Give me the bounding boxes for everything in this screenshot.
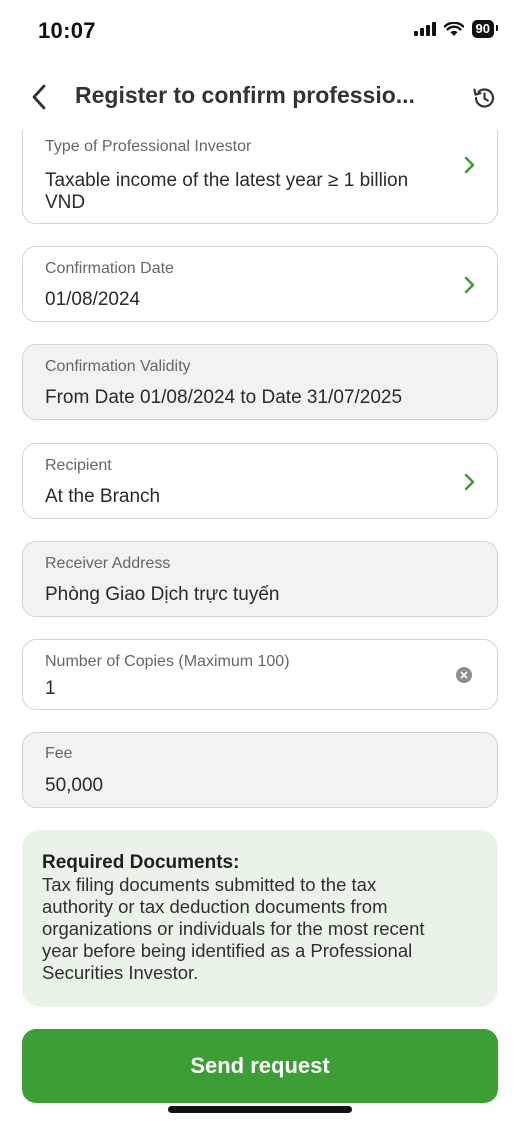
back-arrow-icon bbox=[32, 84, 46, 110]
chevron-right-icon bbox=[464, 156, 475, 174]
signal-icon bbox=[413, 22, 436, 36]
recipient-value: At the Branch bbox=[45, 486, 161, 507]
back-button[interactable] bbox=[22, 80, 56, 114]
confirmation-validity-field: Confirmation Validity From Date 01/08/20… bbox=[22, 344, 498, 420]
history-icon bbox=[473, 88, 495, 108]
fee-value: 50,000 bbox=[45, 775, 104, 796]
investor-type-value-line1: Taxable income of the latest year ≥ 1 bi… bbox=[45, 170, 409, 191]
history-button[interactable] bbox=[468, 82, 500, 114]
form-content[interactable]: Type of Professional Investor Taxable in… bbox=[0, 130, 520, 1030]
battery-icon: 90 bbox=[471, 20, 499, 38]
required-documents-note: Required Documents: Tax filing documents… bbox=[22, 830, 498, 1007]
investor-type-field[interactable]: Type of Professional Investor Taxable in… bbox=[22, 130, 498, 224]
investor-type-label: Type of Professional Investor bbox=[45, 138, 252, 155]
receiver-address-field: Receiver Address Phòng Giao Dịch trực tu… bbox=[22, 541, 498, 617]
status-icons: 90 bbox=[413, 20, 499, 38]
investor-type-value-line2: VND bbox=[45, 192, 86, 213]
confirmation-date-value: 01/08/2024 bbox=[45, 289, 141, 310]
confirmation-date-label: Confirmation Date bbox=[45, 260, 174, 277]
page-title: Register to confirm professio... bbox=[75, 82, 415, 108]
receiver-address-label: Receiver Address bbox=[45, 555, 171, 572]
fee-label: Fee bbox=[45, 745, 73, 762]
fee-field: Fee 50,000 bbox=[22, 732, 498, 808]
chevron-right-icon bbox=[464, 473, 475, 491]
clear-button[interactable] bbox=[456, 667, 472, 683]
send-request-button[interactable]: Send request bbox=[22, 1029, 498, 1103]
note-line: year before being identified as a Profes… bbox=[42, 940, 413, 961]
copies-input[interactable]: 1 bbox=[45, 678, 56, 700]
note-line: Tax filing documents submitted to the ta… bbox=[42, 874, 377, 895]
copies-label: Number of Copies (Maximum 100) bbox=[45, 653, 290, 670]
confirmation-validity-label: Confirmation Validity bbox=[45, 358, 191, 375]
confirmation-validity-value: From Date 01/08/2024 to Date 31/07/2025 bbox=[45, 387, 403, 408]
note-line: organizations or individuals for the mos… bbox=[42, 918, 425, 939]
recipient-field[interactable]: Recipient At the Branch bbox=[22, 443, 498, 519]
header: Register to confirm professio... bbox=[0, 74, 520, 120]
recipient-label: Recipient bbox=[45, 457, 112, 474]
status-bar: 10:07 90 bbox=[0, 0, 520, 60]
wifi-icon bbox=[443, 21, 464, 36]
note-line: authority or tax deduction documents fro… bbox=[42, 896, 388, 917]
clear-icon bbox=[460, 671, 468, 679]
status-time: 10:07 bbox=[38, 18, 96, 43]
receiver-address-value: Phòng Giao Dịch trực tuyến bbox=[45, 584, 280, 605]
chevron-right-icon bbox=[464, 276, 475, 294]
home-indicator bbox=[168, 1106, 352, 1113]
copies-field[interactable]: Number of Copies (Maximum 100) 1 bbox=[22, 639, 498, 710]
note-title: Required Documents: bbox=[42, 852, 240, 873]
confirmation-date-field[interactable]: Confirmation Date 01/08/2024 bbox=[22, 246, 498, 322]
note-line: Securities Investor. bbox=[42, 962, 199, 983]
note-body: Tax filing documents submitted to the ta… bbox=[42, 874, 478, 984]
